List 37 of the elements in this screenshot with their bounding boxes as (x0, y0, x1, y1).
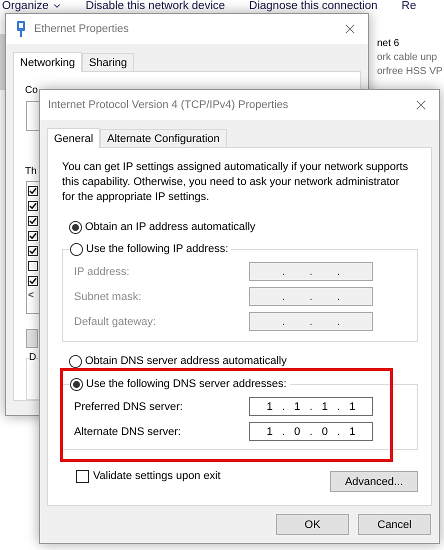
connection-text: net 6 (377, 38, 400, 49)
description-text: You can get IP settings assigned automatically if your network supports this capability. Otherwise, you need to ask your network administrator for the appropriate IP settings. (62, 160, 410, 205)
checkbox[interactable] (28, 246, 38, 256)
radio-option[interactable]: Obtain DNS server address automatically (69, 354, 290, 368)
tab[interactable]: Alternate Configuration (100, 129, 227, 147)
dialog-button[interactable]: OK (276, 514, 349, 535)
toolbar-item[interactable]: Re (402, 0, 416, 12)
connection-text: ork cable unp (377, 52, 438, 63)
window-title: Internet Protocol Version 4 (TCP/IPv4) Properties (48, 99, 290, 111)
field-label: Default gateway: (74, 316, 156, 328)
radio-option[interactable]: Obtain an IP address automatically (69, 220, 258, 234)
window-title: Ethernet Properties (34, 23, 130, 35)
tab[interactable]: Sharing (82, 53, 134, 71)
field-label: Preferred DNS server: (74, 400, 183, 412)
network-plug-icon (16, 21, 26, 37)
toolbar-item[interactable]: Organize (2, 0, 62, 12)
ip-address-field[interactable]: 1 . 0 . 0 . 1 (249, 422, 373, 441)
scroll-left-arrow[interactable]: < (28, 290, 34, 301)
checkbox[interactable] (28, 200, 38, 211)
radio-option[interactable]: Use the following IP address: (70, 242, 232, 256)
field-label: IP address: (74, 266, 130, 278)
toolbar-item[interactable]: Diagnose this connection (249, 0, 378, 12)
checkbox[interactable] (28, 186, 38, 196)
advanced-button[interactable]: Advanced... (330, 471, 418, 492)
field-label: Alternate DNS server: (74, 426, 181, 438)
field-label: Subnet mask: (74, 290, 142, 302)
checkbox[interactable] (28, 216, 38, 226)
dialog-button[interactable]: Cancel (358, 514, 431, 535)
checkbox[interactable] (28, 276, 38, 286)
connection-text: orfree HSS VP (377, 66, 443, 77)
tab[interactable]: Networking (13, 52, 82, 72)
checkbox[interactable] (28, 230, 38, 241)
checkbox[interactable] (28, 260, 38, 271)
tab[interactable]: General (47, 128, 100, 148)
toolbar-item[interactable]: Disable this network device (86, 0, 226, 12)
ip-address-field[interactable]: 1 . 1 . 1 . 1 (249, 397, 373, 416)
radio-option[interactable]: Use the following DNS server addresses: (70, 377, 290, 391)
